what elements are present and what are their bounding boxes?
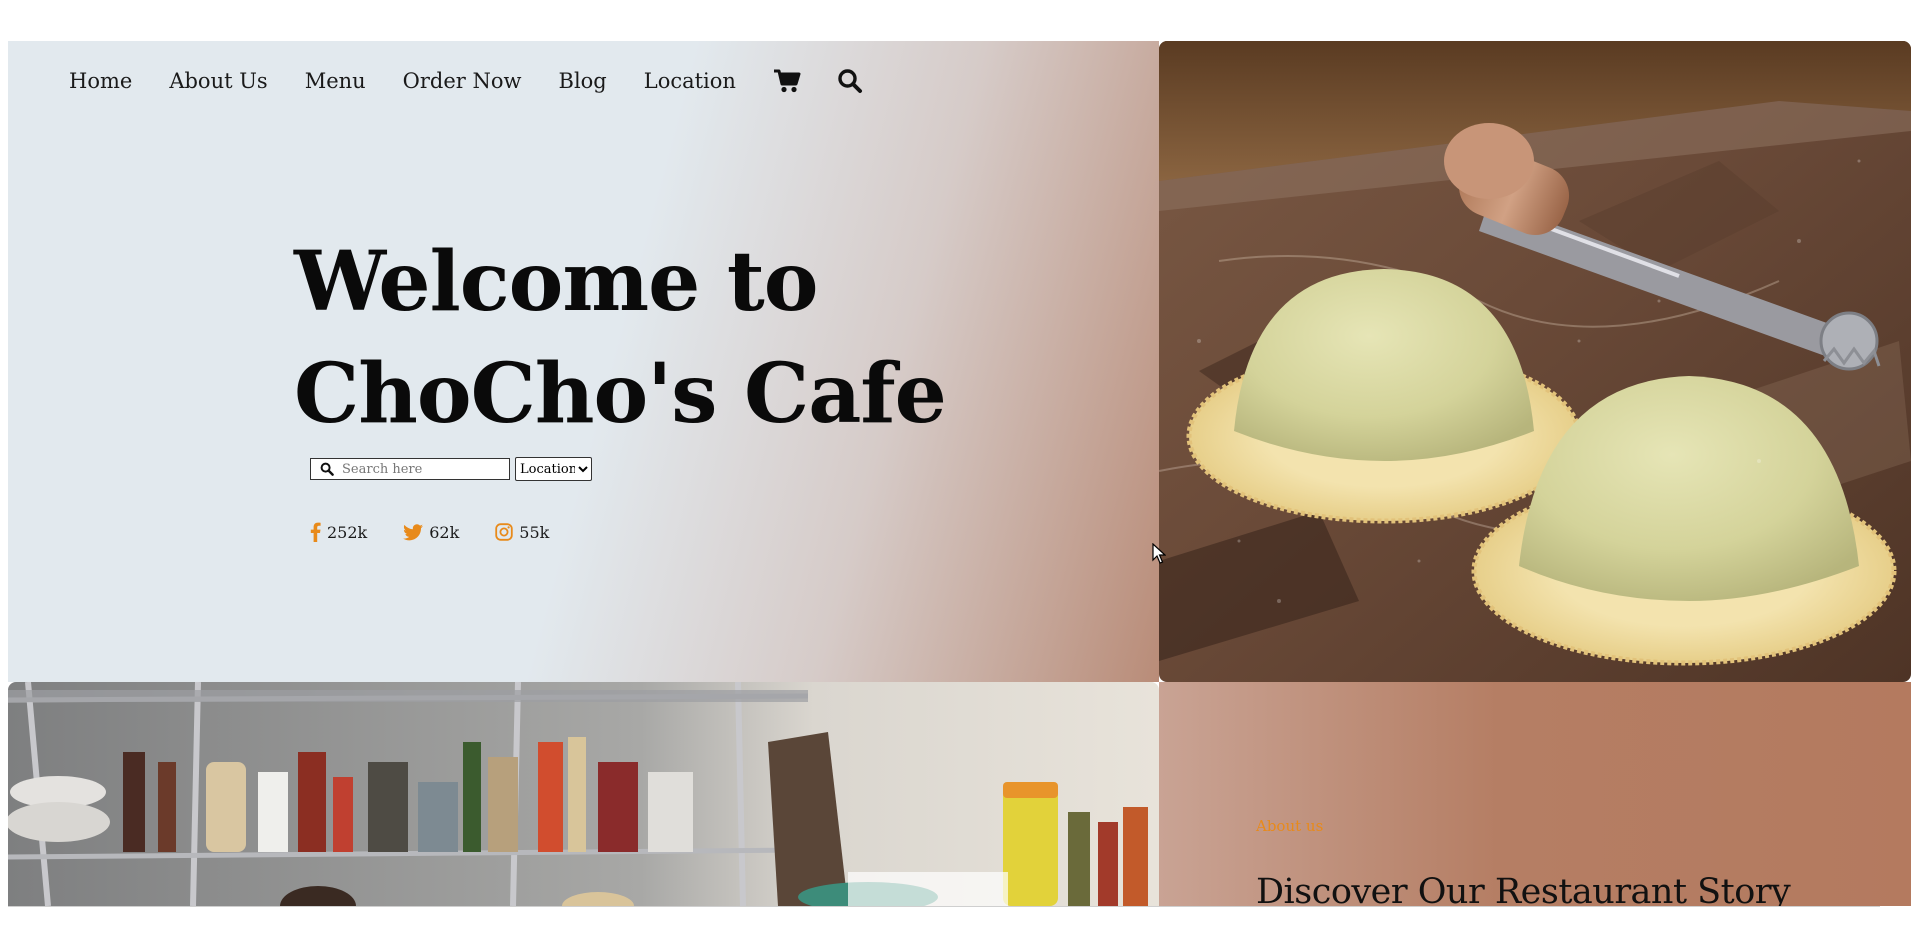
hero-section: Home About Us Menu Order Now Blog Locati… <box>8 41 1159 682</box>
search-box <box>310 458 510 480</box>
hero-title: Welcome to ChoCho's Cafe <box>294 226 994 450</box>
nav-blog[interactable]: Blog <box>559 69 607 93</box>
nav-location[interactable]: Location <box>644 69 736 93</box>
about-label: About us <box>1256 817 1324 835</box>
about-section: About us Discover Our Restaurant Story <box>1159 682 1911 906</box>
nav-about-us[interactable]: About Us <box>169 69 267 93</box>
page-frame: Home About Us Menu Order Now Blog Locati… <box>8 41 1911 906</box>
nav-menu[interactable]: Menu <box>305 69 366 93</box>
pantry-photo <box>8 682 1159 906</box>
twitter-link[interactable]: 62k <box>403 523 459 542</box>
instagram-icon <box>495 523 513 541</box>
nav-order-now[interactable]: Order Now <box>403 69 522 93</box>
hero-title-line1: Welcome to <box>294 234 818 330</box>
social-stats: 252k 62k 55k <box>310 522 585 542</box>
search-icon[interactable] <box>837 68 863 94</box>
about-title: Discover Our Restaurant Story <box>1256 872 1791 906</box>
search-icon <box>320 462 334 476</box>
nav-home[interactable]: Home <box>69 69 132 93</box>
divider <box>8 906 1880 907</box>
facebook-icon <box>310 522 321 542</box>
search-input[interactable] <box>342 461 502 477</box>
facebook-count: 252k <box>327 522 368 542</box>
facebook-link[interactable]: 252k <box>310 522 367 542</box>
search-row: Location <box>310 457 592 481</box>
twitter-count: 62k <box>429 522 460 542</box>
cart-icon[interactable] <box>773 68 801 94</box>
location-select[interactable]: Location <box>515 457 592 481</box>
twitter-icon <box>403 523 424 540</box>
hero-title-line2: ChoCho's Cafe <box>294 346 947 442</box>
ravioli-photo <box>1159 41 1911 682</box>
main-nav: Home About Us Menu Order Now Blog Locati… <box>69 63 899 99</box>
instagram-count: 55k <box>519 522 550 542</box>
mouse-cursor-icon <box>1152 542 1167 569</box>
instagram-link[interactable]: 55k <box>495 523 549 542</box>
